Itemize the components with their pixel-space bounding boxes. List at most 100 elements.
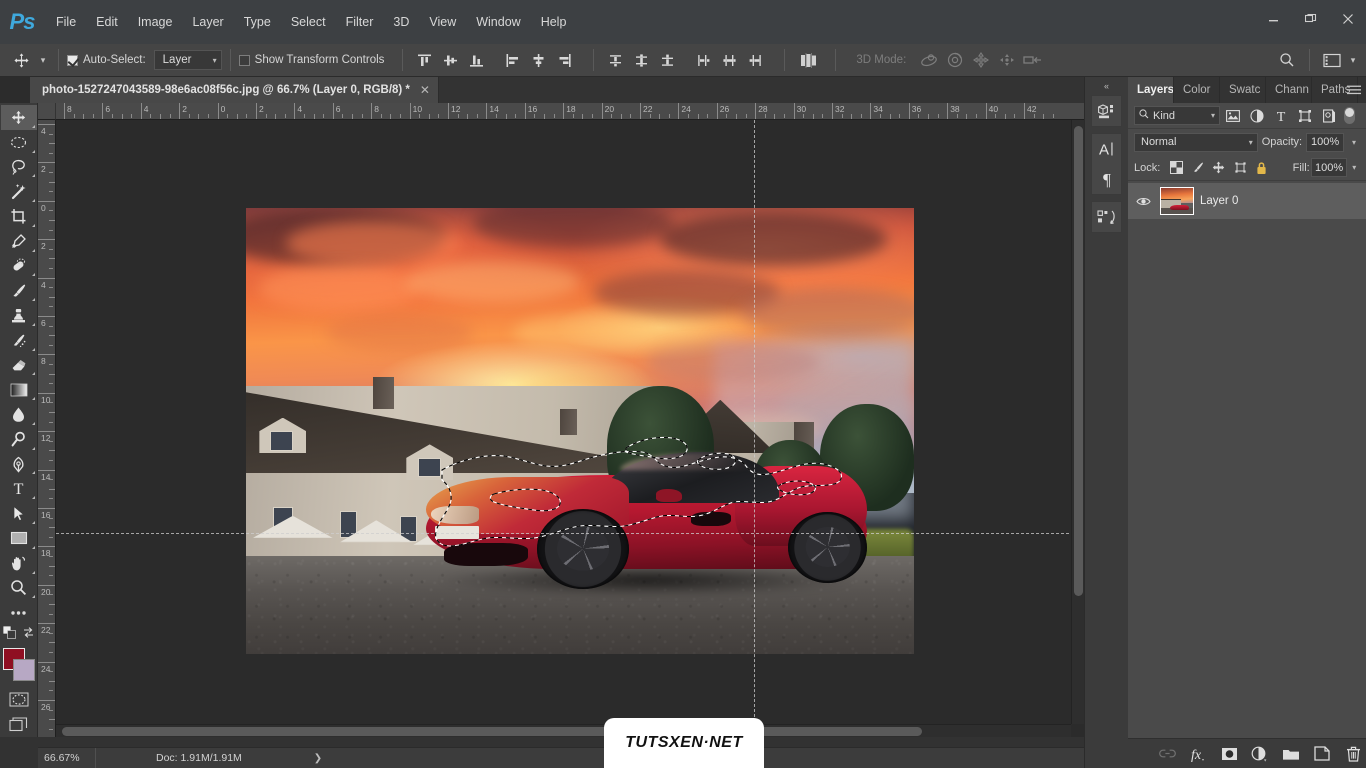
- menu-file[interactable]: File: [46, 11, 86, 33]
- history-brush-tool[interactable]: [1, 328, 37, 353]
- magic-wand-tool[interactable]: [1, 179, 37, 204]
- character-panel-icon[interactable]: A: [1092, 134, 1121, 164]
- menu-help[interactable]: Help: [531, 11, 577, 33]
- menu-edit[interactable]: Edit: [86, 11, 128, 33]
- eraser-tool[interactable]: [1, 353, 37, 378]
- elliptical-marquee-tool[interactable]: [1, 130, 37, 155]
- blend-mode-select[interactable]: Normal ▾: [1134, 132, 1258, 152]
- canvas-vertical-scrollbar[interactable]: [1071, 120, 1084, 724]
- menu-layer[interactable]: Layer: [182, 11, 233, 33]
- auto-select-scope-select[interactable]: Layer ▾: [153, 50, 222, 70]
- blur-tool[interactable]: [1, 402, 37, 427]
- distribute-horizontal-centers-icon[interactable]: [716, 47, 742, 73]
- align-vertical-centers-icon[interactable]: [437, 47, 463, 73]
- menu-filter[interactable]: Filter: [336, 11, 384, 33]
- lasso-tool[interactable]: [1, 155, 37, 180]
- lock-position-icon[interactable]: [1209, 157, 1229, 178]
- zoom-level[interactable]: 66.67%: [38, 747, 96, 768]
- menu-select[interactable]: Select: [281, 11, 336, 33]
- lock-artboard-nesting-icon[interactable]: [1230, 157, 1250, 178]
- add-layer-style-icon[interactable]: fx: [1188, 743, 1208, 765]
- fill-chevron-down-icon[interactable]: ▾: [1348, 163, 1360, 172]
- move-tool[interactable]: [0, 105, 37, 130]
- close-button[interactable]: [1329, 4, 1366, 34]
- distribute-right-edges-icon[interactable]: [742, 47, 768, 73]
- hand-tool[interactable]: [1, 551, 37, 576]
- menu-image[interactable]: Image: [128, 11, 183, 33]
- collapse-panels-icon[interactable]: «: [1085, 77, 1128, 95]
- canvas-image[interactable]: [246, 208, 914, 654]
- show-transform-controls-checkbox[interactable]: [238, 54, 250, 66]
- canvas-area[interactable]: [56, 120, 1084, 737]
- menu-view[interactable]: View: [419, 11, 466, 33]
- align-bottom-edges-icon[interactable]: [463, 47, 489, 73]
- distribute-bottom-edges-icon[interactable]: [654, 47, 680, 73]
- align-top-edges-icon[interactable]: [411, 47, 437, 73]
- screen-mode-icon[interactable]: [1, 712, 37, 737]
- close-icon[interactable]: ✕: [420, 83, 430, 97]
- tool-preset-chevron-icon[interactable]: ▾: [36, 47, 50, 73]
- zoom-tool[interactable]: [1, 576, 37, 601]
- auto-align-layers-icon[interactable]: [793, 47, 823, 73]
- layer-thumbnail[interactable]: [1160, 187, 1194, 215]
- distribute-vertical-centers-icon[interactable]: [628, 47, 654, 73]
- workspace-chevron-down-icon[interactable]: ▾: [1346, 47, 1360, 73]
- menu-3d[interactable]: 3D: [383, 11, 419, 33]
- default-colors-icon[interactable]: [2, 625, 16, 644]
- filter-kind-select[interactable]: Kind ▾: [1134, 106, 1220, 125]
- quick-mask-icon[interactable]: [1, 688, 37, 713]
- panel-menu-icon[interactable]: [1346, 82, 1362, 98]
- canvas-horizontal-scrollbar[interactable]: [56, 724, 1071, 737]
- filter-enable-toggle[interactable]: [1344, 107, 1355, 124]
- eyedropper-tool[interactable]: [1, 229, 37, 254]
- horizontal-type-tool[interactable]: T: [1, 476, 37, 501]
- add-layer-mask-icon[interactable]: [1219, 743, 1239, 765]
- layer-name[interactable]: Layer 0: [1200, 195, 1238, 207]
- paragraph-panel-icon[interactable]: ¶: [1092, 164, 1121, 194]
- chevron-right-icon[interactable]: ❯: [314, 753, 322, 764]
- lock-all-icon[interactable]: [1251, 157, 1271, 178]
- edit-toolbar-tool[interactable]: [1, 600, 37, 625]
- filter-type-layers-icon[interactable]: T: [1270, 105, 1292, 127]
- opacity-chevron-down-icon[interactable]: ▾: [1348, 138, 1360, 147]
- dodge-tool[interactable]: [1, 427, 37, 452]
- gradient-tool[interactable]: [1, 377, 37, 402]
- workspace-switcher-icon[interactable]: [1318, 47, 1346, 73]
- background-color-swatch[interactable]: [12, 658, 35, 681]
- horizontal-guide[interactable]: [56, 533, 1084, 534]
- link-layers-icon[interactable]: [1157, 743, 1177, 765]
- new-adjustment-layer-icon[interactable]: [1250, 743, 1270, 765]
- distribute-left-edges-icon[interactable]: [690, 47, 716, 73]
- auto-select-checkbox[interactable]: [67, 54, 78, 66]
- actions-panel-icon[interactable]: [1092, 202, 1121, 232]
- filter-pixel-layers-icon[interactable]: [1222, 105, 1244, 127]
- align-left-edges-icon[interactable]: [499, 47, 525, 73]
- healing-brush-tool[interactable]: [1, 254, 37, 279]
- move-tool-icon[interactable]: [6, 47, 36, 73]
- search-icon[interactable]: [1273, 47, 1301, 73]
- opacity-input[interactable]: 100%: [1306, 132, 1345, 152]
- swap-colors-icon[interactable]: [22, 626, 35, 644]
- filter-adjustment-layers-icon[interactable]: [1246, 105, 1268, 127]
- menu-type[interactable]: Type: [234, 11, 281, 33]
- clone-stamp-tool[interactable]: [1, 303, 37, 328]
- tab-swatches[interactable]: Swatc: [1220, 77, 1266, 103]
- properties-panel-icon[interactable]: [1092, 96, 1121, 126]
- crop-tool[interactable]: [1, 204, 37, 229]
- path-selection-tool[interactable]: [1, 501, 37, 526]
- tab-channels[interactable]: Chann: [1266, 77, 1312, 103]
- restore-button[interactable]: [1292, 4, 1329, 34]
- layer-visibility-toggle[interactable]: [1132, 196, 1154, 207]
- ferrari-car[interactable]: [426, 449, 868, 596]
- horizontal-ruler[interactable]: 8 6 4 2 0 2 4 6 8 10 12 14 16 18 20 22 24 26 28 30 32 34 36 38 4…: [56, 103, 1084, 120]
- lock-transparent-pixels-icon[interactable]: [1166, 157, 1186, 178]
- fill-input[interactable]: 100%: [1310, 158, 1348, 177]
- lock-image-pixels-icon[interactable]: [1188, 157, 1208, 178]
- document-size-info[interactable]: Doc: 1.91M/1.91M ❯: [96, 752, 322, 764]
- new-group-icon[interactable]: [1281, 743, 1301, 765]
- rectangle-tool[interactable]: [1, 526, 37, 551]
- align-horizontal-centers-icon[interactable]: [525, 47, 551, 73]
- vertical-guide[interactable]: [754, 120, 755, 737]
- brush-tool[interactable]: [1, 278, 37, 303]
- pen-tool[interactable]: [1, 452, 37, 477]
